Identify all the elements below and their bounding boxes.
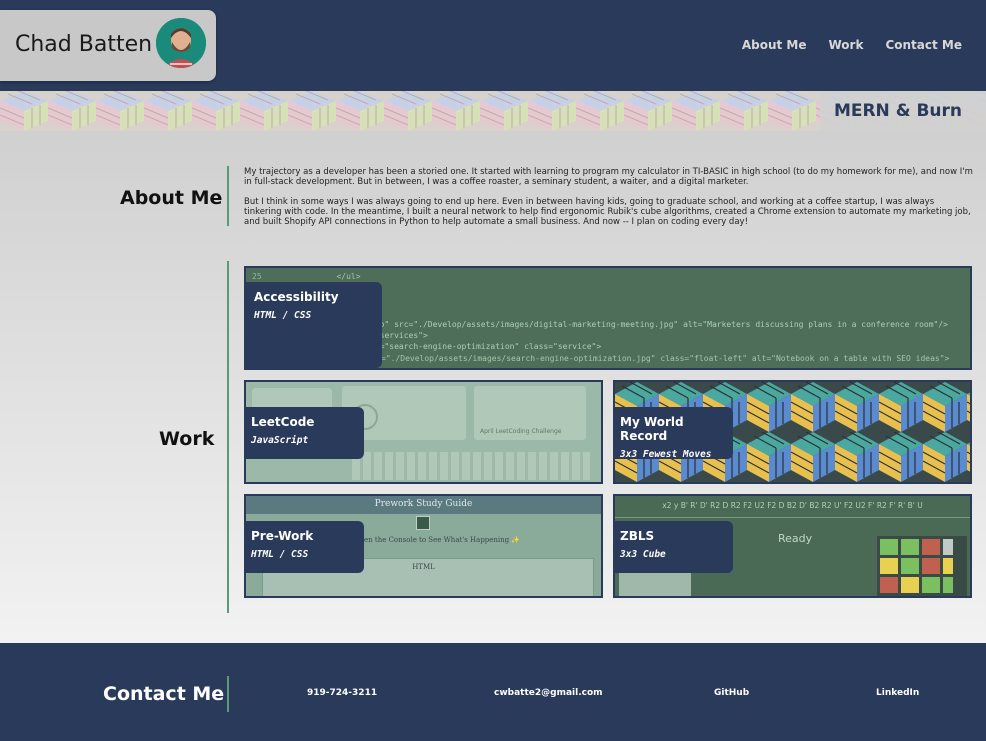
about-paragraph: My trajectory as a developer has been a …	[244, 167, 973, 187]
zbls-scramble: x2 y B' R' D' R2 D R2 F2 U2 F2 D B2 D' B…	[662, 501, 923, 510]
work-divider	[227, 261, 229, 613]
project-card-accessibility[interactable]: 25 </ul> ero" src="./Develop/assets/imag…	[244, 266, 972, 370]
project-card-prework[interactable]: Prework Study Guide en the Console to Se…	[244, 494, 603, 598]
project-title: ZBLS	[620, 529, 655, 543]
contact-phone-link[interactable]: 919-724-3211	[307, 688, 377, 698]
contact-linkedin-link[interactable]: LinkedIn	[876, 688, 919, 698]
nav-about-me[interactable]: About Me	[742, 38, 807, 52]
site-footer: Contact Me 919-724-3211 cwbatte2@gmail.c…	[0, 643, 986, 741]
project-title: Accessibility	[254, 290, 339, 304]
project-title: Pre-Work	[251, 529, 314, 543]
code-line: ="services">	[370, 331, 428, 340]
nav-contact-me[interactable]: Contact Me	[885, 38, 962, 52]
site-header: Chad Batten About Me Work Contact Me	[0, 0, 986, 91]
project-tech: HTML / CSS	[251, 549, 309, 560]
code-line: <img src="./Develop/assets/images/search…	[342, 354, 950, 363]
contact-divider	[227, 676, 229, 712]
leetcode-challenge-text: April LeetCoding Challenge	[480, 428, 562, 435]
cube-icon	[877, 536, 967, 596]
project-card-leetcode[interactable]: April LeetCoding Challenge LeetCode Java…	[244, 380, 603, 484]
project-tech: HTML / CSS	[254, 310, 312, 321]
project-label: My World Record 3x3 Fewest Moves	[615, 407, 733, 460]
prework-subtitle: en the Console to See What's Happening ✨	[364, 536, 521, 544]
project-card-world-record[interactable]: My World Record 3x3 Fewest Moves	[613, 380, 972, 484]
hero-banner: MERN & Burn	[0, 91, 986, 131]
project-tech: JavaScript	[251, 435, 309, 446]
code-line: id="search-engine-optimization" class="s…	[370, 342, 602, 351]
work-heading: Work	[159, 428, 215, 450]
contact-github-link[interactable]: GitHub	[714, 688, 749, 698]
project-label: LeetCode JavaScript	[246, 407, 364, 459]
banner-title: MERN & Burn	[833, 101, 962, 121]
about-text: My trajectory as a developer has been a …	[244, 167, 974, 227]
about-divider	[227, 166, 229, 226]
project-label: Accessibility HTML / CSS	[246, 282, 382, 368]
brand-box: Chad Batten	[0, 10, 216, 81]
site-owner-name: Chad Batten	[15, 32, 153, 57]
code-line-number: 25	[252, 272, 262, 281]
contact-heading: Contact Me	[103, 683, 225, 705]
about-paragraph: But I think in some ways I was always go…	[244, 197, 971, 227]
avatar	[156, 18, 206, 68]
project-label: ZBLS 3x3 Cube	[615, 521, 733, 573]
code-line: </ul>	[336, 272, 361, 281]
project-title: LeetCode	[251, 415, 315, 429]
zbls-status: Ready	[778, 532, 813, 545]
project-tech: 3x3 Cube	[620, 549, 666, 560]
code-line: ero" src="./Develop/assets/images/digita…	[370, 320, 948, 329]
project-card-zbls[interactable]: x2 y B' R' D' R2 D R2 F2 U2 F2 D B2 D' B…	[613, 494, 972, 598]
project-title: My World Record	[620, 415, 684, 443]
project-label: Pre-Work HTML / CSS	[246, 521, 364, 573]
about-heading: About Me	[120, 187, 223, 209]
contact-email-link[interactable]: cwbatte2@gmail.com	[494, 688, 603, 698]
main-nav: About Me Work Contact Me	[742, 38, 962, 52]
prework-title: Prework Study Guide	[374, 499, 473, 509]
main-content: About Me My trajectory as a developer ha…	[0, 131, 986, 643]
project-tech: 3x3 Fewest Moves	[620, 449, 712, 460]
nav-work[interactable]: Work	[829, 38, 864, 52]
